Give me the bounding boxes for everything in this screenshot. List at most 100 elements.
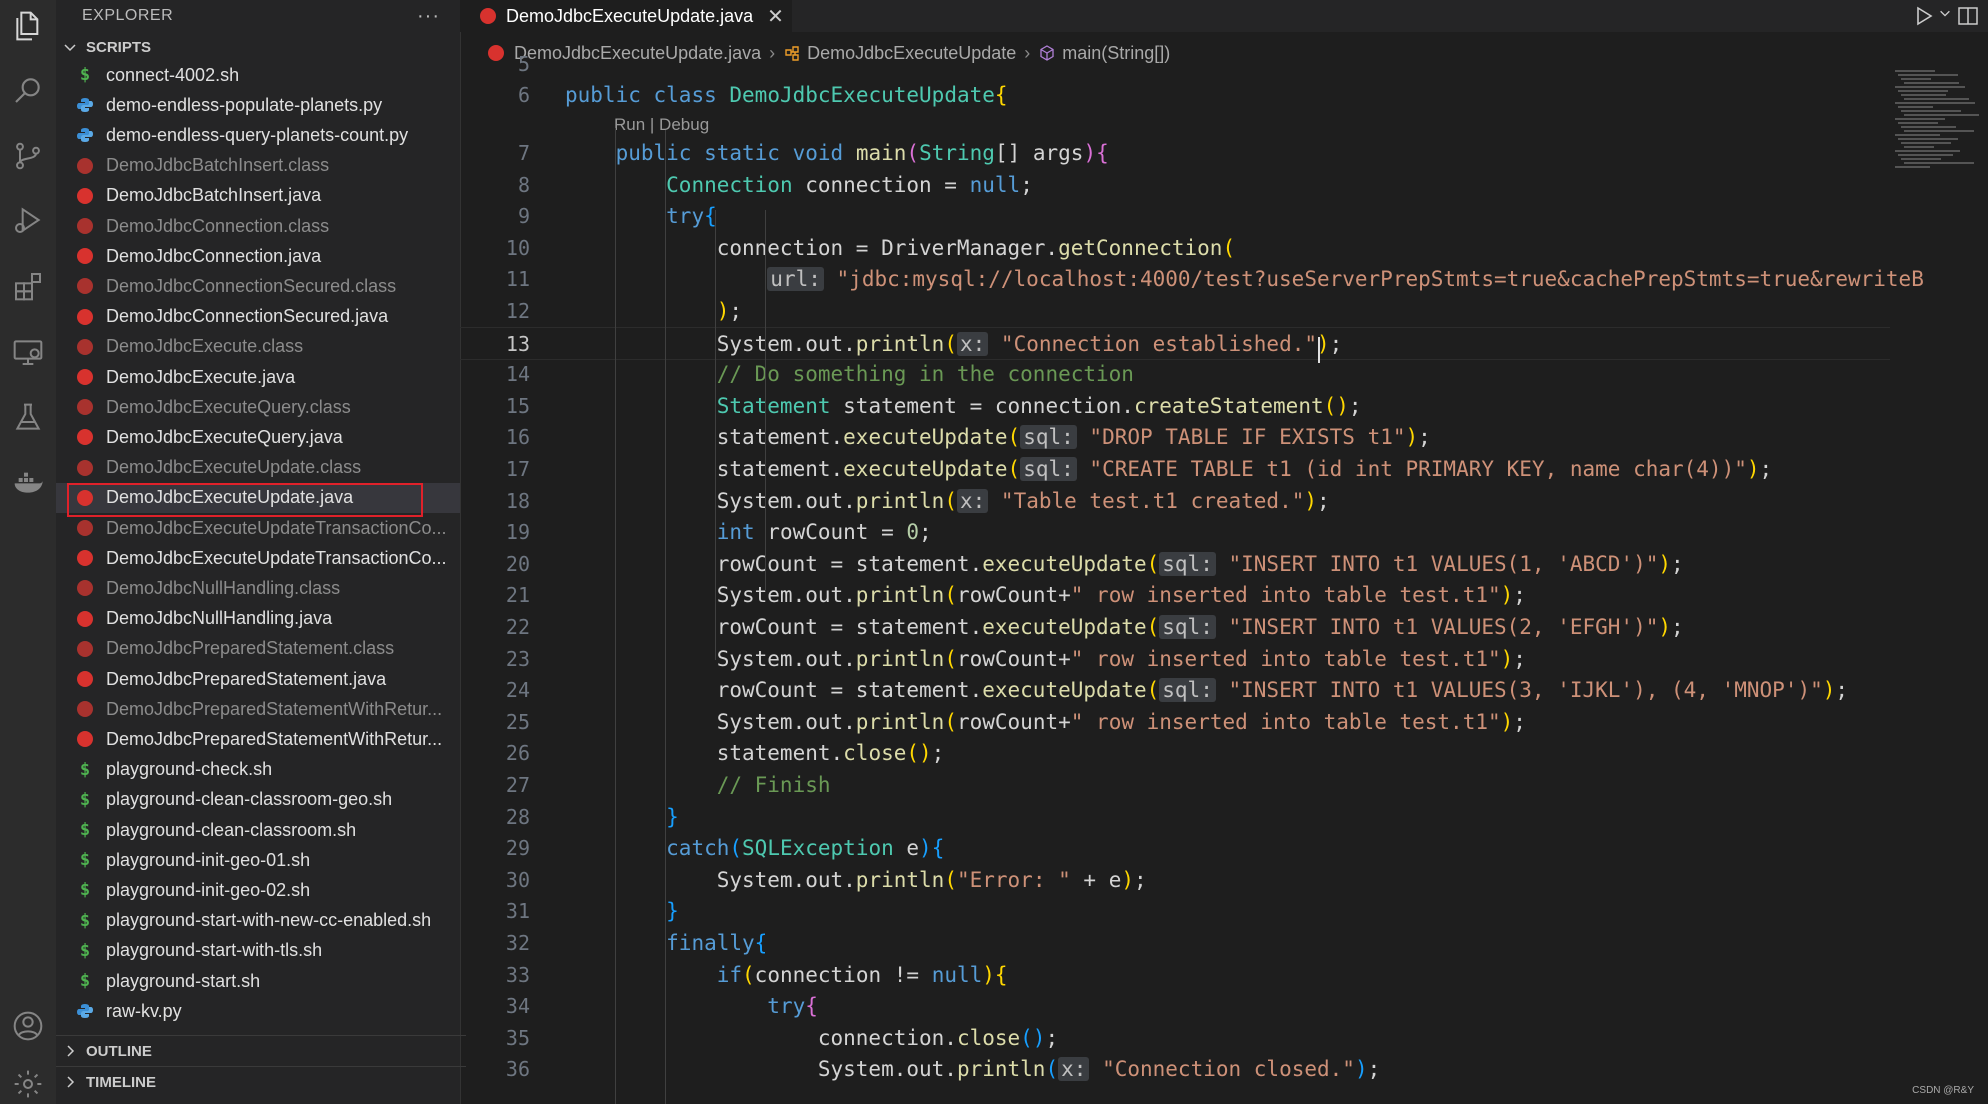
code-line[interactable]: 29 catch(SQLException e){ <box>460 832 1890 864</box>
file-item[interactable]: DemoJdbcConnection.java <box>56 241 460 271</box>
code-line[interactable]: 28 } <box>460 801 1890 833</box>
account-icon[interactable] <box>8 1006 48 1046</box>
code-line[interactable]: 13 System.out.println(x: "Connection est… <box>460 326 1890 361</box>
code-line[interactable]: 19 int rowCount = 0; <box>460 516 1890 548</box>
split-editor-icon[interactable] <box>1956 4 1980 28</box>
code-line[interactable]: 36 System.out.println(x: "Connection clo… <box>460 1054 1890 1086</box>
code-line[interactable]: 12 ); <box>460 295 1890 327</box>
extensions-icon[interactable] <box>8 266 48 306</box>
code-line[interactable]: 33 if(connection != null){ <box>460 959 1890 991</box>
code-line[interactable]: 35 connection.close(); <box>460 1022 1890 1054</box>
code-text: Statement statement = connection.createS… <box>716 393 1362 418</box>
run-debug-icon[interactable] <box>8 200 48 240</box>
code-line[interactable]: 16 statement.executeUpdate(sql: "DROP TA… <box>460 422 1890 454</box>
code-line[interactable]: 10 connection = DriverManager.getConnect… <box>460 232 1890 264</box>
code-line[interactable]: 23 System.out.println(rowCount+" row ins… <box>460 643 1890 675</box>
outline-section-header[interactable]: OUTLINE <box>56 1035 466 1066</box>
file-item[interactable]: $ playground-init-geo-02.sh <box>56 875 460 905</box>
java-file-icon <box>76 459 94 477</box>
search-icon[interactable] <box>8 70 48 110</box>
file-item[interactable]: DemoJdbcExecuteUpdateTransactionCo... <box>56 513 460 543</box>
file-name: DemoJdbcConnectionSecured.java <box>106 306 389 327</box>
code-line[interactable]: 8 Connection connection = null; <box>460 169 1890 201</box>
code-line[interactable]: 18 System.out.println(x: "Table test.t1 … <box>460 485 1890 517</box>
code-line[interactable]: 25 System.out.println(rowCount+" row ins… <box>460 706 1890 738</box>
file-item[interactable]: DemoJdbcExecuteUpdateTransactionCo... <box>56 543 460 573</box>
file-item[interactable]: $ playground-clean-classroom.sh <box>56 815 460 845</box>
file-item[interactable]: DemoJdbcPreparedStatementWithRetur... <box>56 694 460 724</box>
minimap[interactable] <box>1895 70 1985 190</box>
file-item[interactable]: DemoJdbcConnectionSecured.java <box>56 302 460 332</box>
code-line[interactable]: 20 rowCount = statement.executeUpdate(sq… <box>460 548 1890 580</box>
file-item[interactable]: DemoJdbcPreparedStatement.class <box>56 634 460 664</box>
code-line[interactable]: 31 } <box>460 896 1890 928</box>
file-item[interactable]: DemoJdbcPreparedStatementWithRetur... <box>56 724 460 754</box>
code-line[interactable]: 9 try{ <box>460 200 1890 232</box>
code-line[interactable]: 17 statement.executeUpdate(sql: "CREATE … <box>460 453 1890 485</box>
code-line[interactable]: 32 finally{ <box>460 927 1890 959</box>
scripts-section-header[interactable]: SCRIPTS <box>56 32 460 62</box>
code-line[interactable]: 22 rowCount = statement.executeUpdate(sq… <box>460 611 1890 643</box>
code-line[interactable]: 27 // Finish <box>460 769 1890 801</box>
python-file-icon <box>76 96 94 114</box>
codelens-run-debug[interactable]: Run | Debug <box>614 115 709 135</box>
indent-guide <box>765 210 766 590</box>
code-line[interactable]: 30 System.out.println("Error: " + e); <box>460 864 1890 896</box>
chevron-down-icon[interactable] <box>1938 6 1952 20</box>
timeline-section-header[interactable]: TIMELINE <box>56 1066 466 1097</box>
file-item[interactable]: DemoJdbcExecute.java <box>56 362 460 392</box>
minimap-line <box>1895 102 1975 104</box>
code-line[interactable]: 21 System.out.println(rowCount+" row ins… <box>460 580 1890 612</box>
file-item[interactable]: DemoJdbcBatchInsert.class <box>56 151 460 181</box>
more-actions-button[interactable]: ··· <box>417 5 440 28</box>
file-item[interactable]: DemoJdbcConnectionSecured.class <box>56 271 460 301</box>
file-item[interactable]: demo-endless-query-planets-count.py <box>56 120 460 150</box>
code-line[interactable]: 24 rowCount = statement.executeUpdate(sq… <box>460 674 1890 706</box>
file-item[interactable]: DemoJdbcExecuteQuery.java <box>56 422 460 452</box>
settings-icon[interactable] <box>8 1064 48 1104</box>
files-icon[interactable] <box>8 6 48 46</box>
remote-explorer-icon[interactable] <box>8 332 48 372</box>
code-line[interactable]: 26 statement.close(); <box>460 738 1890 770</box>
file-item[interactable]: $ playground-start-with-tls.sh <box>56 936 460 966</box>
file-item[interactable]: raw-kv.py <box>56 996 460 1026</box>
file-item[interactable]: $ connect-4002.sh <box>56 64 460 90</box>
source-control-icon[interactable] <box>8 136 48 176</box>
code-text: System.out.println(x: "Connection establ… <box>565 331 1343 356</box>
file-name: DemoJdbcExecuteQuery.class <box>106 396 351 417</box>
minimap-line <box>1904 146 1934 148</box>
code-line[interactable]: 6 public class DemoJdbcExecuteUpdate{ <box>460 80 1890 112</box>
file-item[interactable]: $ playground-check.sh <box>56 755 460 785</box>
code-line[interactable]: 5 <box>460 48 1890 80</box>
file-item[interactable]: $ playground-init-geo-01.sh <box>56 845 460 875</box>
close-tab-icon[interactable]: ✕ <box>767 4 784 29</box>
file-item[interactable]: DemoJdbcExecuteUpdate.class <box>56 453 460 483</box>
file-item[interactable]: DemoJdbcPreparedStatement.java <box>56 664 460 694</box>
file-name: playground-start-with-new-cc-enabled.sh <box>106 910 432 931</box>
file-item[interactable]: DemoJdbcConnection.class <box>56 211 460 241</box>
file-item[interactable]: DemoJdbcExecuteQuery.class <box>56 392 460 422</box>
file-item[interactable]: DemoJdbcBatchInsert.java <box>56 181 460 211</box>
file-item[interactable]: DemoJdbcNullHandling.java <box>56 604 460 634</box>
run-icon[interactable] <box>1912 4 1936 28</box>
file-item[interactable]: DemoJdbcNullHandling.class <box>56 573 460 603</box>
line-number: 7 <box>517 140 530 165</box>
file-item[interactable]: $ playground-start.sh <box>56 966 460 996</box>
file-item[interactable]: DemoJdbcExecuteUpdate.java <box>56 482 460 513</box>
code-editor[interactable]: 5 6 public class DemoJdbcExecuteUpdate{Run… <box>460 52 1924 1104</box>
minimap-line <box>1901 158 1941 160</box>
file-item[interactable]: DemoJdbcExecute.class <box>56 332 460 362</box>
code-line[interactable]: 11 url: "jdbc:mysql://localhost:4000/tes… <box>460 264 1924 296</box>
code-line[interactable]: 14 // Do something in the connection <box>460 358 1890 390</box>
code-line[interactable]: 34 try{ <box>460 990 1890 1022</box>
file-item[interactable]: demo-endless-populate-planets.py <box>56 90 460 120</box>
testing-icon[interactable] <box>8 398 48 438</box>
code-line[interactable]: 15 Statement statement = connection.crea… <box>460 390 1890 422</box>
file-item[interactable]: $ playground-start-with-new-cc-enabled.sh <box>56 906 460 936</box>
code-line[interactable]: 7 public static void main(String[] args)… <box>460 137 1890 169</box>
tab-demojdbcexecuteupdate[interactable]: DemoJdbcExecuteUpdate.java ✕ <box>460 0 792 32</box>
file-item[interactable]: $ playground-clean-classroom-geo.sh <box>56 785 460 815</box>
chevron-down-icon <box>64 44 76 52</box>
docker-icon[interactable] <box>8 462 48 502</box>
line-number: 35 <box>505 1025 530 1050</box>
